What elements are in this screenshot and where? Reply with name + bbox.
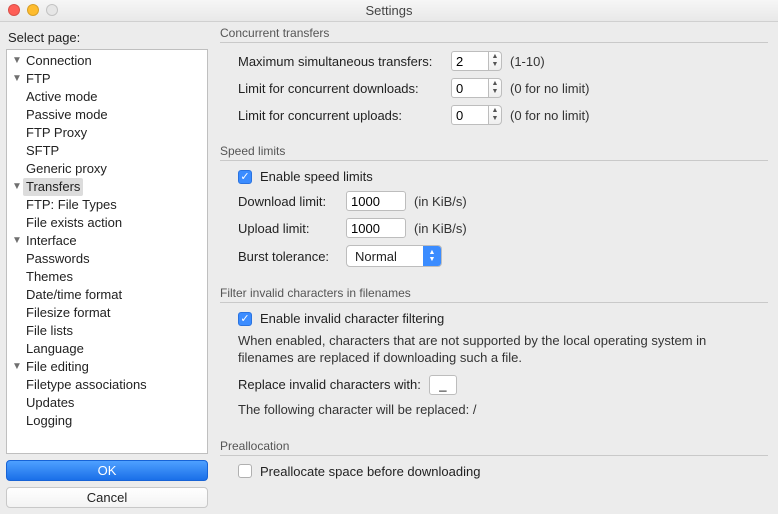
sidebar-heading: Select page: <box>6 28 208 49</box>
download-limit-hint: (in KiB/s) <box>414 194 467 209</box>
tree-item-file-lists[interactable]: File lists <box>7 322 207 340</box>
tree-item-generic-proxy[interactable]: Generic proxy <box>7 160 207 178</box>
enable-filter-label: Enable invalid character filtering <box>260 311 444 326</box>
tree-item-logging[interactable]: Logging <box>7 412 207 430</box>
concurrent-ul-stepper[interactable]: ▲▼ <box>451 105 502 125</box>
stepper-arrows-icon[interactable]: ▲▼ <box>489 105 502 125</box>
burst-tolerance-label: Burst tolerance: <box>238 249 338 264</box>
download-limit-input[interactable] <box>346 191 406 211</box>
chevron-down-icon: ▼ <box>11 52 23 70</box>
tree-item-interface[interactable]: ▼Interface <box>7 232 207 250</box>
settings-content: Concurrent transfers Maximum simultaneou… <box>212 22 778 514</box>
tree-item-file-exists-action[interactable]: File exists action <box>7 214 207 232</box>
tree-item-updates[interactable]: Updates <box>7 394 207 412</box>
enable-speed-limits-checkbox[interactable]: ✓ <box>238 170 252 184</box>
section-filter-invalid-chars: Filter invalid characters in filenames ✓… <box>220 286 768 435</box>
tree-item-language[interactable]: Language <box>7 340 207 358</box>
max-transfers-hint: (1-10) <box>510 54 545 69</box>
upload-limit-input[interactable] <box>346 218 406 238</box>
tree-item-sftp[interactable]: SFTP <box>7 142 207 160</box>
minimize-icon[interactable] <box>27 4 39 16</box>
concurrent-ul-hint: (0 for no limit) <box>510 108 589 123</box>
concurrent-ul-label: Limit for concurrent uploads: <box>238 108 443 123</box>
preallocate-checkbox[interactable] <box>238 464 252 478</box>
tree-item-active-mode[interactable]: Active mode <box>7 88 207 106</box>
filter-description: When enabled, characters that are not su… <box>238 333 764 367</box>
section-speed-limits: Speed limits ✓ Enable speed limits Downl… <box>220 144 768 282</box>
upload-limit-label: Upload limit: <box>238 221 338 236</box>
tree-item-ftp[interactable]: ▼FTP <box>7 70 207 88</box>
preallocate-label: Preallocate space before downloading <box>260 464 480 479</box>
section-title: Concurrent transfers <box>220 26 768 43</box>
tree-item-connection[interactable]: ▼Connection <box>7 52 207 70</box>
ok-button[interactable]: OK <box>6 460 208 481</box>
concurrent-dl-input[interactable] <box>451 78 489 98</box>
concurrent-dl-stepper[interactable]: ▲▼ <box>451 78 502 98</box>
tree-item-filesize-format[interactable]: Filesize format <box>7 304 207 322</box>
cancel-button[interactable]: Cancel <box>6 487 208 508</box>
tree-item-file-editing[interactable]: ▼File editing <box>7 358 207 376</box>
titlebar: Settings <box>0 0 778 22</box>
max-transfers-stepper[interactable]: ▲▼ <box>451 51 502 71</box>
section-title: Preallocation <box>220 439 768 456</box>
replaced-chars-note: The following character will be replaced… <box>238 402 764 419</box>
stepper-arrows-icon[interactable]: ▲▼ <box>489 51 502 71</box>
section-title: Speed limits <box>220 144 768 161</box>
stepper-arrows-icon[interactable]: ▲▼ <box>489 78 502 98</box>
enable-speed-limits-label: Enable speed limits <box>260 169 373 184</box>
sidebar: Select page: ▼Connection ▼FTP Active mod… <box>0 22 212 514</box>
concurrent-dl-label: Limit for concurrent downloads: <box>238 81 443 96</box>
upload-limit-hint: (in KiB/s) <box>414 221 467 236</box>
close-icon[interactable] <box>8 4 20 16</box>
enable-filter-checkbox[interactable]: ✓ <box>238 312 252 326</box>
section-concurrent-transfers: Concurrent transfers Maximum simultaneou… <box>220 26 768 140</box>
tree-item-date-time-format[interactable]: Date/time format <box>7 286 207 304</box>
max-transfers-input[interactable] <box>451 51 489 71</box>
tree-item-passive-mode[interactable]: Passive mode <box>7 106 207 124</box>
replace-chars-input[interactable] <box>429 375 457 395</box>
tree-item-filetype-associations[interactable]: Filetype associations <box>7 376 207 394</box>
tree-item-transfers[interactable]: ▼Transfers <box>7 178 207 196</box>
page-tree: ▼Connection ▼FTP Active mode Passive mod… <box>6 49 208 454</box>
section-title: Filter invalid characters in filenames <box>220 286 768 303</box>
download-limit-label: Download limit: <box>238 194 338 209</box>
section-preallocation: Preallocation Preallocate space before d… <box>220 439 768 494</box>
chevron-down-icon: ▼ <box>11 232 23 250</box>
chevron-down-icon: ▼ <box>11 178 23 196</box>
concurrent-ul-input[interactable] <box>451 105 489 125</box>
tree-item-passwords[interactable]: Passwords <box>7 250 207 268</box>
burst-tolerance-select[interactable]: Normal ▲▼ <box>346 245 442 267</box>
concurrent-dl-hint: (0 for no limit) <box>510 81 589 96</box>
tree-item-ftp-proxy[interactable]: FTP Proxy <box>7 124 207 142</box>
replace-chars-label: Replace invalid characters with: <box>238 377 421 392</box>
zoom-icon[interactable] <box>46 4 58 16</box>
max-transfers-label: Maximum simultaneous transfers: <box>238 54 443 69</box>
chevron-down-icon: ▼ <box>11 358 23 376</box>
tree-item-ftp-file-types[interactable]: FTP: File Types <box>7 196 207 214</box>
window-title: Settings <box>366 3 413 18</box>
select-arrows-icon: ▲▼ <box>423 246 441 266</box>
tree-item-themes[interactable]: Themes <box>7 268 207 286</box>
chevron-down-icon: ▼ <box>11 70 23 88</box>
